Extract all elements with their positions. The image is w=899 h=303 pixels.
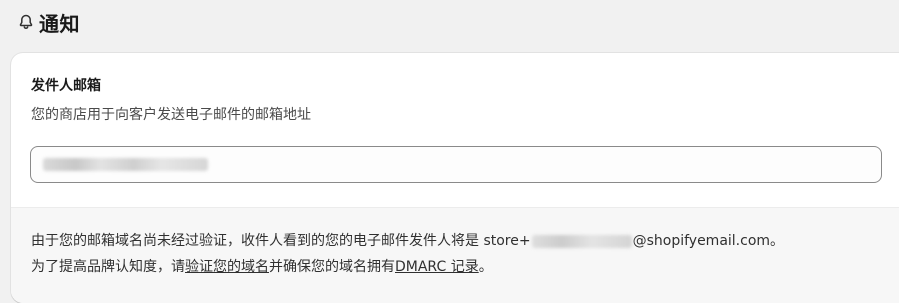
dmarc-record-link[interactable]: DMARC 记录 [395, 259, 479, 275]
notice-line1-suffix: @shopifyemail.com。 [632, 233, 785, 249]
section-description: 您的商店用于向客户发送电子邮件的邮箱地址 [31, 107, 311, 123]
sender-email-input[interactable] [30, 146, 882, 183]
page-title: 通知 [39, 11, 80, 36]
domain-verification-notice: 由于您的邮箱域名尚未经过验证，收件人看到的您的电子邮件发件人将是 store+ @… [31, 228, 891, 280]
sender-email-card: 发件人邮箱 您的商店用于向客户发送电子邮件的邮箱地址 由于您的邮箱域名尚未经过验… [11, 53, 899, 303]
notice-line-1: 由于您的邮箱域名尚未经过验证，收件人看到的您的电子邮件发件人将是 store+ @… [31, 228, 891, 254]
notice-line-2: 为了提高品牌认知度，请验证您的域名并确保您的域名拥有DMARC 记录。 [31, 254, 891, 280]
card-footer: 由于您的邮箱域名尚未经过验证，收件人看到的您的电子邮件发件人将是 store+ @… [11, 207, 899, 303]
verify-domain-link[interactable]: 验证您的域名 [185, 259, 269, 275]
card-body: 发件人邮箱 您的商店用于向客户发送电子邮件的邮箱地址 [11, 53, 899, 207]
page-header: 通知 [17, 8, 80, 36]
redacted-store-id [531, 234, 632, 248]
notice-line1-prefix: 由于您的邮箱域名尚未经过验证，收件人看到的您的电子邮件发件人将是 store+ [31, 233, 531, 249]
notice-line2-suffix: 。 [478, 259, 493, 275]
bell-icon [17, 13, 35, 31]
notice-line2-prefix: 为了提高品牌认知度，请 [31, 259, 185, 275]
redacted-email-value [43, 158, 208, 171]
section-title: 发件人邮箱 [31, 78, 101, 94]
notice-line2-middle: 并确保您的域名拥有 [269, 259, 395, 275]
